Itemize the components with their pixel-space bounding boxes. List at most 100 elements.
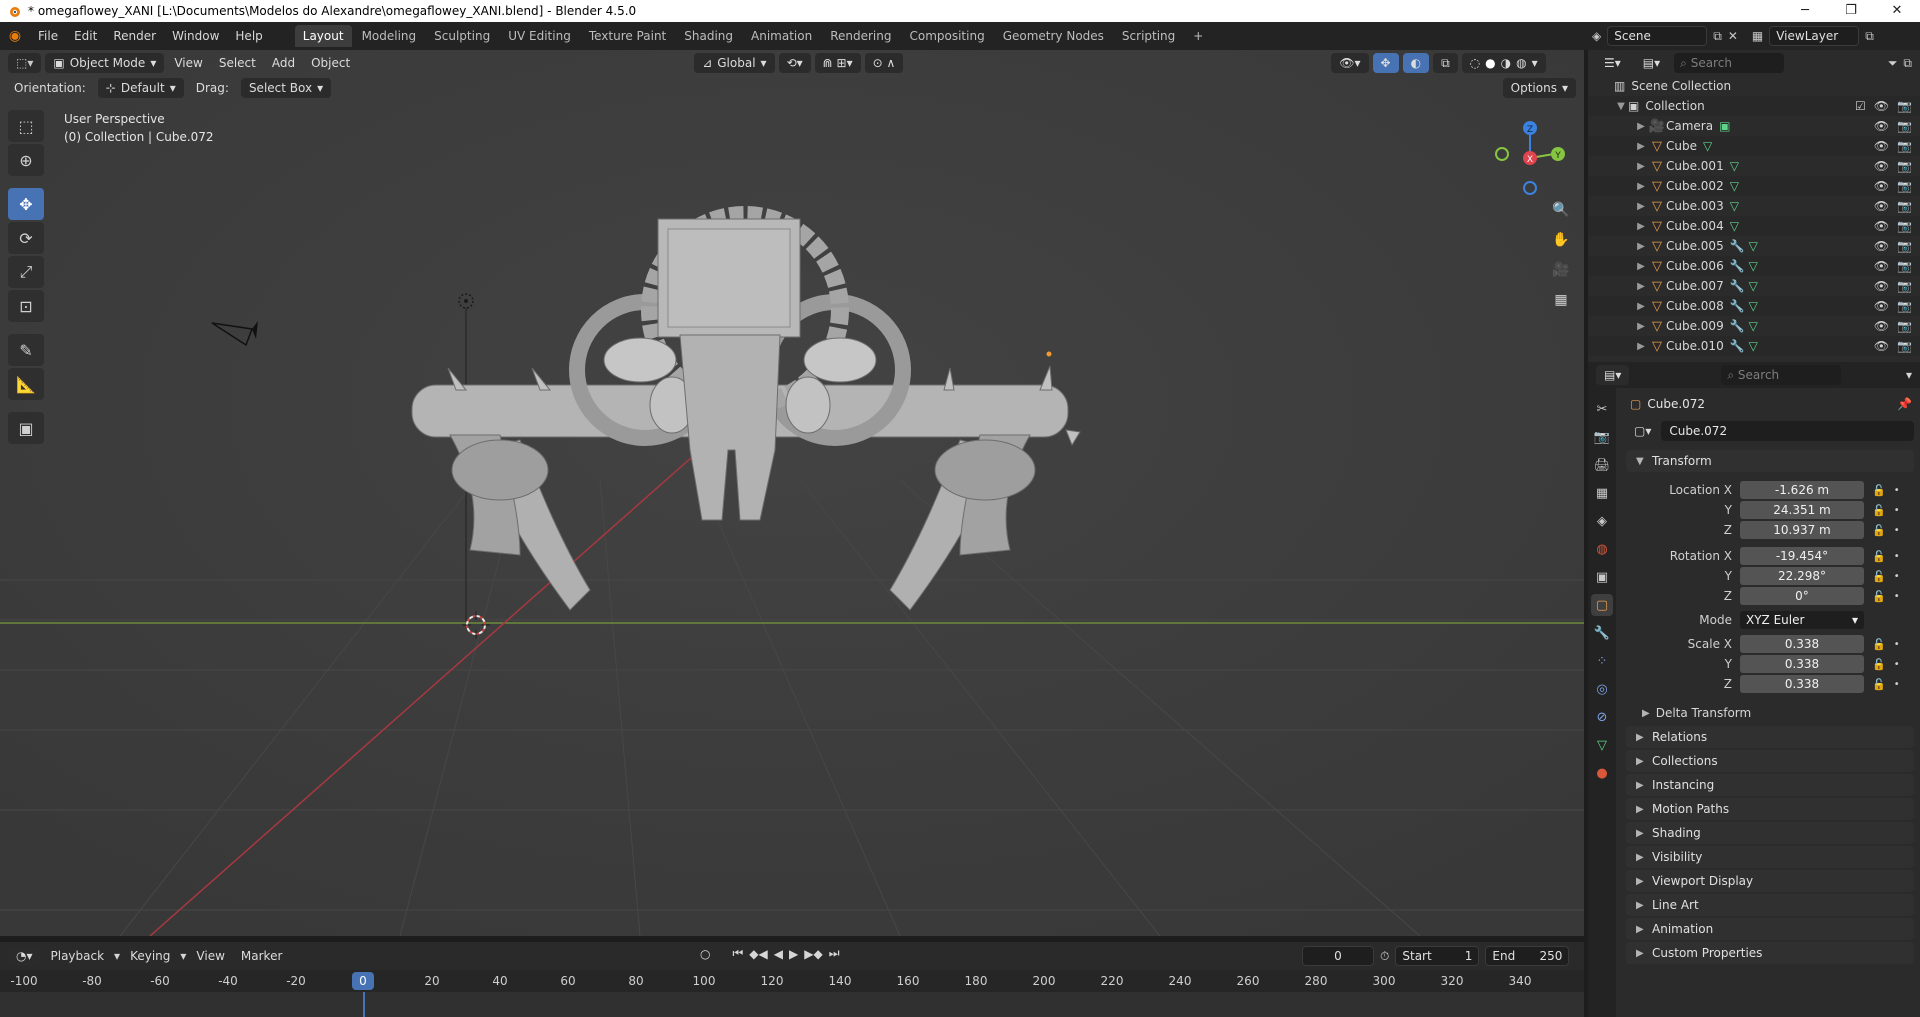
editor-type-button[interactable]: ⬚▾ bbox=[8, 53, 42, 73]
render-tab[interactable]: 📷 bbox=[1591, 426, 1613, 448]
jump-keyframe-back-icon[interactable]: ◆◀ bbox=[749, 947, 767, 961]
panel-line-art[interactable]: ▶ Line Art bbox=[1626, 894, 1914, 916]
camera-render-icon[interactable]: 📷 bbox=[1897, 119, 1912, 133]
timeline-track-area[interactable] bbox=[0, 992, 1584, 1017]
camera-render-icon[interactable]: 📷 bbox=[1897, 159, 1912, 173]
tab-uv-editing[interactable]: UV Editing bbox=[500, 25, 579, 47]
scene-field[interactable]: Scene bbox=[1607, 26, 1708, 46]
playhead-line[interactable] bbox=[363, 992, 365, 1017]
camera-render-icon[interactable]: 📷 bbox=[1897, 199, 1912, 213]
panel-custom-properties[interactable]: ▶ Custom Properties bbox=[1626, 942, 1914, 964]
tab-shading[interactable]: Shading bbox=[676, 25, 741, 47]
close-button[interactable]: ✕ bbox=[1874, 0, 1920, 22]
outliner-row-cube-004[interactable]: ▶ ▽ Cube.004 ▽ 👁 📷 bbox=[1588, 216, 1920, 236]
tab-sculpting[interactable]: Sculpting bbox=[426, 25, 498, 47]
jump-start-icon[interactable]: ⏮ bbox=[732, 946, 743, 961]
lock-icon[interactable]: 🔓 bbox=[1872, 638, 1886, 651]
maximize-button[interactable]: ❐ bbox=[1828, 0, 1874, 22]
keyframe-dot-icon[interactable]: • bbox=[1894, 525, 1900, 536]
view-layer-tab[interactable]: ▦ bbox=[1591, 482, 1613, 504]
timeline-editor-type[interactable]: ◔▾ bbox=[8, 946, 41, 966]
keyframe-dot-icon[interactable]: • bbox=[1894, 571, 1900, 582]
outliner-row-camera[interactable]: ▶ 🎥 Camera ▣ 👁 📷 bbox=[1588, 116, 1920, 136]
add-cube-tool[interactable]: ▣ bbox=[8, 412, 44, 444]
delete-scene-icon[interactable]: ✕ bbox=[1728, 29, 1738, 43]
panel-relations[interactable]: ▶ Relations bbox=[1626, 726, 1914, 748]
chevron-right-icon[interactable]: ▶ bbox=[1634, 301, 1648, 312]
eye-icon[interactable]: 👁 bbox=[1874, 139, 1889, 153]
panel-shading[interactable]: ▶ Shading bbox=[1626, 822, 1914, 844]
chevron-right-icon[interactable]: ▶ bbox=[1634, 321, 1648, 332]
menu-help[interactable]: Help bbox=[227, 22, 270, 50]
lock-icon[interactable]: 🔓 bbox=[1872, 484, 1886, 497]
tab-rendering[interactable]: Rendering bbox=[822, 25, 899, 47]
auto-key-icon[interactable]: ○ bbox=[700, 947, 710, 961]
location-x-field[interactable]: -1.626 m bbox=[1740, 481, 1864, 499]
filter-icon[interactable]: ⏷ bbox=[1888, 56, 1898, 71]
outliner-row-cube-001[interactable]: ▶ ▽ Cube.001 ▽ 👁 📷 bbox=[1588, 156, 1920, 176]
scene-tab[interactable]: ◈ bbox=[1591, 510, 1613, 532]
start-frame-field[interactable]: Start 1 bbox=[1395, 946, 1480, 966]
current-frame-field[interactable]: 0 bbox=[1302, 946, 1374, 966]
xray-toggle[interactable]: ⧉ bbox=[1433, 53, 1458, 73]
panel-animation[interactable]: ▶ Animation bbox=[1626, 918, 1914, 940]
mode-dropdown[interactable]: ▣ Object Mode ▾ bbox=[45, 53, 165, 73]
camera-render-icon[interactable]: 📷 bbox=[1897, 99, 1912, 113]
view-menu[interactable]: View bbox=[190, 949, 230, 963]
pan-button[interactable]: ✋ bbox=[1548, 228, 1574, 252]
rotate-tool[interactable]: ⟳ bbox=[8, 222, 44, 254]
overlay-toggle[interactable]: ◐ bbox=[1402, 53, 1430, 73]
zoom-button[interactable]: 🔍 bbox=[1548, 198, 1574, 222]
collection-tab[interactable]: ▣ bbox=[1591, 566, 1613, 588]
outliner-row-cube-009[interactable]: ▶ ▽ Cube.009 🔧 ▽ 👁 📷 bbox=[1588, 316, 1920, 336]
new-view-layer-icon[interactable]: ⧉ bbox=[1865, 29, 1874, 44]
tab-layout[interactable]: Layout bbox=[294, 25, 352, 47]
checkbox-icon[interactable]: ☑ bbox=[1855, 99, 1866, 113]
tab-texture-paint[interactable]: Texture Paint bbox=[581, 25, 674, 47]
tab-compositing[interactable]: Compositing bbox=[901, 25, 992, 47]
lock-icon[interactable]: 🔓 bbox=[1872, 678, 1886, 691]
object-tab[interactable]: ▢ bbox=[1591, 594, 1613, 616]
menu-add[interactable]: Add bbox=[266, 56, 301, 70]
panel-instancing[interactable]: ▶ Instancing bbox=[1626, 774, 1914, 796]
chevron-right-icon[interactable]: ▶ bbox=[1634, 341, 1648, 352]
eye-icon[interactable]: 👁 bbox=[1874, 159, 1889, 173]
outliner-row-cube-010[interactable]: ▶ ▽ Cube.010 🔧 ▽ 👁 📷 bbox=[1588, 336, 1920, 356]
modifier-tab[interactable]: 🔧 bbox=[1591, 622, 1613, 644]
outliner-editor-type[interactable]: ☰▾ bbox=[1596, 53, 1629, 73]
tab-modeling[interactable]: Modeling bbox=[354, 25, 425, 47]
play-reverse-icon[interactable]: ◀ bbox=[774, 947, 783, 961]
cursor-tool[interactable]: ⊕ bbox=[8, 144, 44, 176]
menu-select[interactable]: Select bbox=[213, 56, 262, 70]
camera-render-icon[interactable]: 📷 bbox=[1897, 339, 1912, 353]
jump-end-icon[interactable]: ⏭ bbox=[829, 946, 840, 961]
camera-view-button[interactable]: 🎥 bbox=[1548, 258, 1574, 282]
scale-tool[interactable]: ⤢ bbox=[8, 256, 44, 288]
new-collection-icon[interactable]: ⧉ bbox=[1903, 56, 1912, 71]
outliner-row-cube-003[interactable]: ▶ ▽ Cube.003 ▽ 👁 📷 bbox=[1588, 196, 1920, 216]
outliner-row-cube-002[interactable]: ▶ ▽ Cube.002 ▽ 👁 📷 bbox=[1588, 176, 1920, 196]
eye-icon[interactable]: 👁 bbox=[1874, 219, 1889, 233]
drag-dropdown[interactable]: Select Box ▾ bbox=[240, 78, 332, 98]
delta-transform-header[interactable]: ▶ Delta Transform bbox=[1620, 702, 1920, 724]
menu-view[interactable]: View bbox=[168, 56, 208, 70]
perspective-toggle[interactable]: ▦ bbox=[1548, 288, 1574, 312]
chevron-right-icon[interactable]: ▶ bbox=[1634, 141, 1648, 152]
properties-editor-type[interactable]: ▤▾ bbox=[1596, 365, 1630, 385]
snap-toggle[interactable]: ⋒ ⊞▾ bbox=[814, 53, 861, 73]
shading-modes[interactable]: ◌ ● ◑ ◍ ▾ bbox=[1461, 53, 1546, 73]
panel-motion-paths[interactable]: ▶ Motion Paths bbox=[1626, 798, 1914, 820]
add-workspace-button[interactable]: + bbox=[1185, 25, 1211, 47]
end-frame-field[interactable]: End 250 bbox=[1485, 946, 1570, 966]
camera-render-icon[interactable]: 📷 bbox=[1897, 299, 1912, 313]
object-type-dropdown[interactable]: ▢▾ bbox=[1630, 421, 1656, 441]
eye-icon[interactable]: 👁 bbox=[1874, 319, 1889, 333]
proportional-edit-toggle[interactable]: ⊙ ∧ bbox=[864, 53, 904, 73]
new-scene-icon[interactable]: ⧉ bbox=[1713, 29, 1722, 44]
chevron-right-icon[interactable]: ▶ bbox=[1634, 201, 1648, 212]
orientation-dropdown[interactable]: ⊹ Default ▾ bbox=[97, 78, 184, 98]
menu-render[interactable]: Render bbox=[105, 22, 164, 50]
options-dropdown[interactable]: Options ▾ bbox=[1502, 78, 1576, 98]
pin-icon[interactable]: 📌 bbox=[1897, 397, 1912, 411]
rotation-z-field[interactable]: 0° bbox=[1740, 587, 1864, 605]
